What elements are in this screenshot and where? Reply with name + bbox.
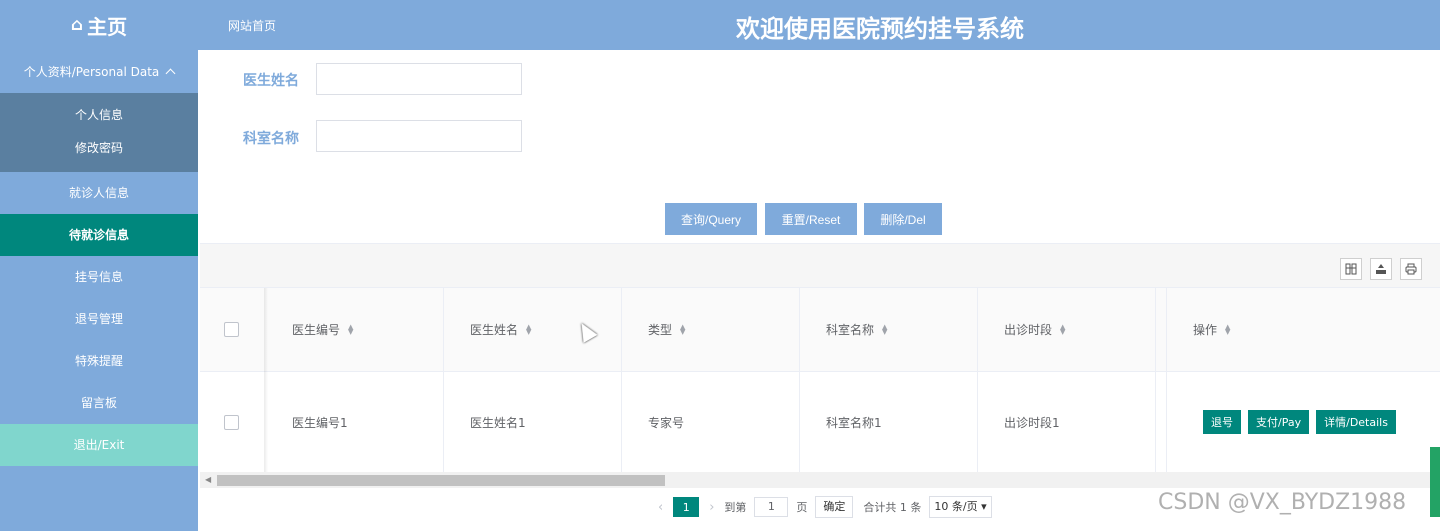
- chevron-up-icon: [165, 68, 176, 79]
- table-row[interactable]: 医生编号1 医生姓名1 专家号 科室名称1 出诊时段1 退号 支付/Pay 详情…: [200, 372, 1440, 472]
- table-header: 医生编号 ▲ ▼ 医生姓名 ▲ ▼ 类型 ▲ ▼ 科室名称 ▲ ▼ 出诊时段 ▲ ▼ 操作…: [200, 288, 1440, 372]
- pay-button[interactable]: 支付/Pay: [1248, 410, 1310, 434]
- refund-button[interactable]: 退号: [1203, 410, 1241, 434]
- fixed-column-shadow: [264, 288, 268, 472]
- column-title: 医生编号: [292, 323, 341, 337]
- columns-icon[interactable]: [1340, 258, 1362, 280]
- delete-button[interactable]: 删除/Del: [864, 203, 942, 235]
- column-header-doctor-name[interactable]: 医生姓名 ▲ ▼: [444, 288, 622, 371]
- breadcrumb[interactable]: 网站首页: [228, 17, 276, 34]
- sidebar-item-personal-info[interactable]: 个人信息: [0, 99, 198, 132]
- page-title: 欢迎使用医院预约挂号系统: [736, 15, 1024, 43]
- column-header-actions[interactable]: 操作 ▲ ▼: [1166, 288, 1440, 371]
- sidebar-group-personal-data[interactable]: 个人资料/Personal Data: [0, 50, 198, 93]
- details-button[interactable]: 详情/Details: [1316, 410, 1396, 434]
- sort-icon[interactable]: ▲ ▼: [1225, 323, 1230, 335]
- column-title: 出诊时段: [1004, 323, 1053, 337]
- print-icon[interactable]: [1400, 258, 1422, 280]
- scroll-left-icon[interactable]: ◀: [205, 475, 211, 484]
- sidebar-submenu: 个人信息 修改密码: [0, 93, 198, 172]
- sort-icon[interactable]: ▲ ▼: [882, 323, 887, 335]
- vertical-scrollbar[interactable]: [1430, 447, 1440, 517]
- table-panel: 医生编号 ▲ ▼ 医生姓名 ▲ ▼ 类型 ▲ ▼ 科室名称 ▲ ▼ 出诊时段 ▲ ▼ 操作…: [200, 243, 1440, 531]
- scrollbar-thumb[interactable]: [217, 475, 665, 486]
- sidebar-item-patient-info[interactable]: 就诊人信息: [0, 172, 198, 214]
- export-icon[interactable]: [1370, 258, 1392, 280]
- dept-name-input[interactable]: [316, 120, 522, 152]
- sidebar-item-message-board[interactable]: 留言板: [0, 382, 198, 424]
- total-count: 合计共 1 条: [863, 501, 922, 514]
- dept-name-label: 科室名称: [243, 131, 299, 147]
- column-title: 操作: [1193, 323, 1218, 337]
- column-title: 类型: [648, 323, 673, 337]
- cell-dept-name: 科室名称1: [800, 372, 978, 472]
- goto-confirm-button[interactable]: 确定: [815, 496, 854, 518]
- sort-icon[interactable]: ▲ ▼: [526, 323, 531, 335]
- doctor-name-label: 医生姓名: [243, 73, 299, 89]
- column-title: 医生姓名: [470, 323, 519, 337]
- select-all-cell: [200, 288, 266, 371]
- watermark: CSDN @VX_BYDZ1988: [1158, 490, 1407, 515]
- sidebar-item-refund-management[interactable]: 退号管理: [0, 298, 198, 340]
- page-size-select[interactable]: 10 条/页 ▾: [929, 496, 992, 518]
- sidebar-item-exit[interactable]: 退出/Exit: [0, 424, 198, 466]
- reset-button[interactable]: 重置/Reset: [765, 203, 857, 235]
- table-toolbar: [200, 244, 1440, 288]
- page-number-current[interactable]: 1: [673, 497, 700, 517]
- sort-icon[interactable]: ▲ ▼: [348, 323, 353, 335]
- page-unit-label: 页: [796, 501, 808, 514]
- home-link[interactable]: ⌂ 主页: [0, 0, 198, 50]
- top-bar: ⌂ 主页 网站首页 欢迎使用医院预约挂号系统: [0, 0, 1440, 50]
- chevron-down-icon: ▾: [981, 500, 987, 513]
- column-header-type[interactable]: 类型 ▲ ▼: [622, 288, 800, 371]
- column-title: 科室名称: [826, 323, 875, 337]
- next-page-icon[interactable]: ›: [709, 500, 714, 515]
- page-size-value: 10 条/页: [934, 500, 978, 513]
- cell-actions: 退号 支付/Pay 详情/Details: [1166, 372, 1440, 472]
- sidebar-item-special-reminders[interactable]: 特殊提醒: [0, 340, 198, 382]
- row-checkbox[interactable]: [224, 414, 239, 430]
- goto-label: 到第: [724, 501, 747, 514]
- doctor-name-input[interactable]: [316, 63, 522, 95]
- horizontal-scrollbar[interactable]: ◀: [200, 472, 1440, 488]
- sidebar: 个人资料/Personal Data 个人信息 修改密码 就诊人信息 待就诊信息…: [0, 50, 198, 531]
- sidebar-item-registration-info[interactable]: 挂号信息: [0, 256, 198, 298]
- column-header-dept-name[interactable]: 科室名称 ▲ ▼: [800, 288, 978, 371]
- home-icon: ⌂: [70, 15, 84, 35]
- column-header-doctor-id[interactable]: 医生编号 ▲ ▼: [266, 288, 444, 371]
- cell-type: 专家号: [622, 372, 800, 472]
- prev-page-icon[interactable]: ‹: [658, 500, 663, 515]
- cell-doctor-name: 医生姓名1: [444, 372, 622, 472]
- cell-doctor-id: 医生编号1: [266, 372, 444, 472]
- pagination: ‹ 1 › 到第 1 页 确定 合计共 1 条 10 条/页 ▾: [648, 496, 992, 518]
- sort-icon[interactable]: ▲ ▼: [1060, 323, 1065, 335]
- cell-period: 出诊时段1: [978, 372, 1156, 472]
- goto-page-input[interactable]: 1: [754, 497, 789, 517]
- column-header-period[interactable]: 出诊时段 ▲ ▼: [978, 288, 1156, 371]
- home-label: 主页: [87, 14, 128, 39]
- sidebar-item-change-password[interactable]: 修改密码: [0, 132, 198, 165]
- sidebar-item-pending-visits[interactable]: 待就诊信息: [0, 214, 198, 256]
- select-all-checkbox[interactable]: [224, 322, 239, 337]
- query-button[interactable]: 查询/Query: [665, 203, 757, 235]
- sidebar-group-label: 个人资料/Personal Data: [23, 65, 160, 79]
- row-select-cell: [200, 372, 266, 472]
- sort-icon[interactable]: ▲ ▼: [680, 323, 685, 335]
